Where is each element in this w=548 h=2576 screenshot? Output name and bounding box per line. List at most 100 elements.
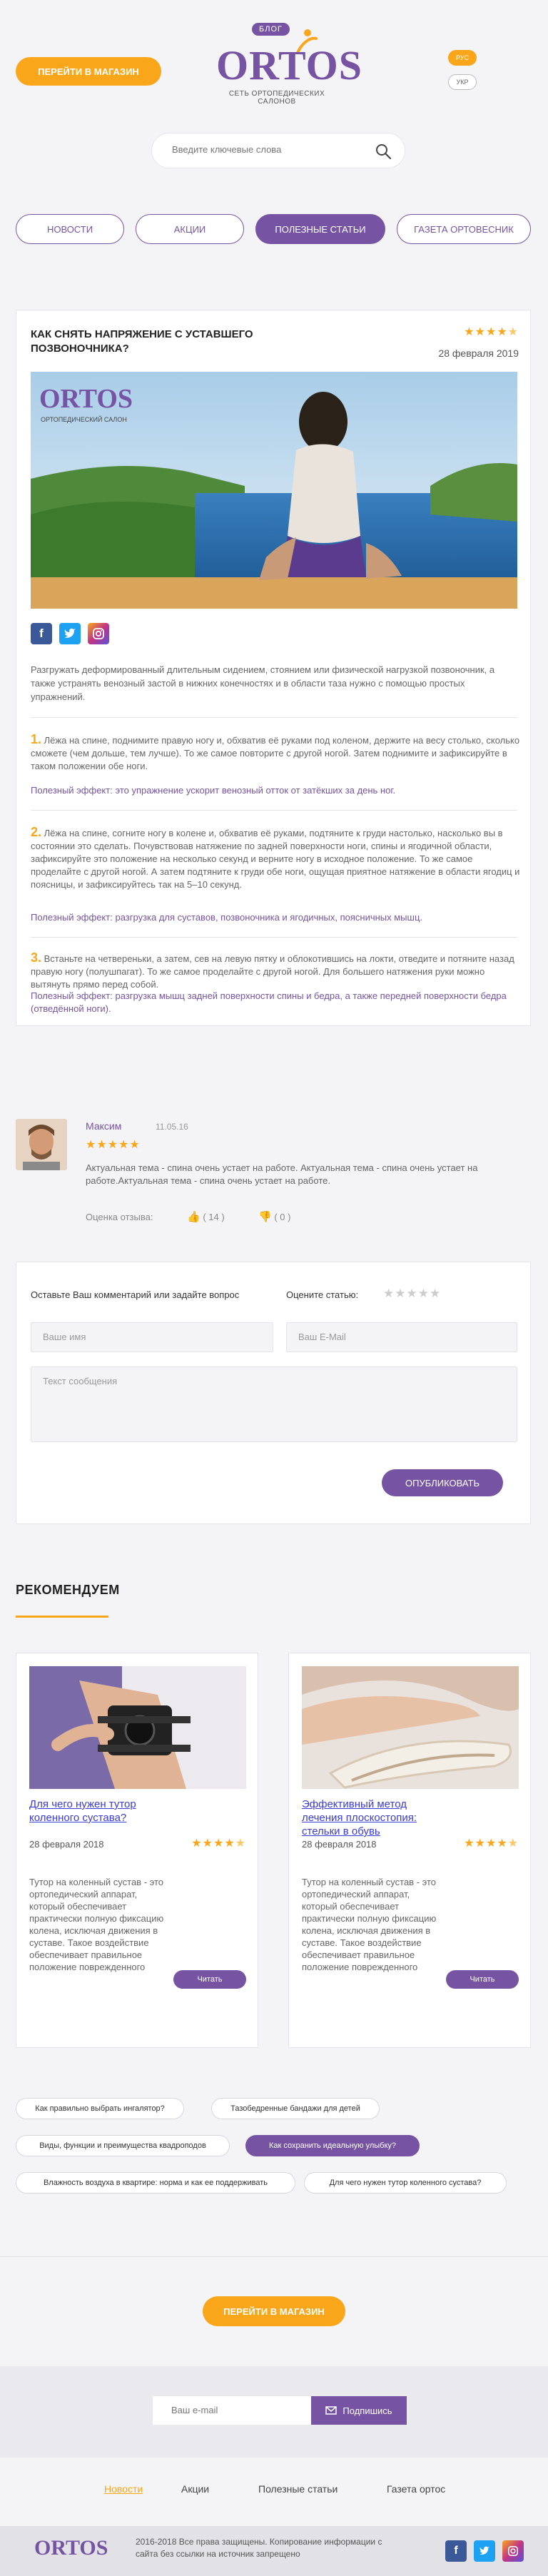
logo-subtitle: СЕТЬ ОРТОПЕДИЧЕСКИХ САЛОНОВ — [228, 90, 325, 106]
like-button[interactable]: 👍 ( 14 ) — [187, 1210, 225, 1223]
like-count: ( 14 ) — [203, 1212, 225, 1222]
lang-uk-button[interactable]: УКР — [448, 74, 477, 90]
twitter-icon[interactable] — [474, 2540, 495, 2562]
effect-text: это упражнение ускорит венозный отток от… — [115, 785, 396, 796]
step-1: 1. Лёжа на спине, поднимите правую ногу … — [31, 733, 520, 773]
logo[interactable]: БЛОГ ORTOS СЕТЬ ОРТОПЕДИЧЕСКИХ САЛОНОВ — [209, 19, 362, 106]
recommend-card-text: Тутор на коленный сустав - это ортопедич… — [302, 1877, 437, 1972]
recommend-card-date: 28 февраля 2018 — [302, 1839, 377, 1850]
step-text: Лёжа на спине, поднимите правую ногу и, … — [31, 735, 520, 771]
footer-bar: ORTOS 2016-2018 Все права защищены. Копи… — [0, 2526, 548, 2576]
read-button[interactable]: Читать — [446, 1970, 519, 1989]
name-field[interactable]: Ваше имя — [31, 1322, 273, 1352]
tag-link[interactable]: Для чего нужен тутор коленного сустава? — [304, 2172, 507, 2194]
message-field[interactable]: Текст сообщения — [31, 1366, 517, 1442]
subscribe-button[interactable]: Подпишись — [311, 2396, 407, 2425]
step-3-effect: Полезный эффект: разгрузка мышц задней п… — [31, 990, 520, 1015]
divider — [31, 717, 517, 718]
footer-logo[interactable]: ORTOS — [34, 2536, 108, 2560]
step-number: 3. — [31, 950, 42, 965]
footer-nav-news[interactable]: Новости — [104, 2483, 143, 2495]
tag-link[interactable]: Влажность воздуха в квартире: норма и ка… — [16, 2172, 295, 2194]
step-text: Лёжа на спине, согните ногу в колене и, … — [31, 828, 520, 890]
search-icon[interactable] — [375, 143, 392, 160]
go-to-shop-button[interactable]: ПЕРЕЙТИ В МАГАЗИН — [16, 57, 161, 86]
instagram-share-icon[interactable] — [88, 623, 109, 644]
facebook-share-icon[interactable]: f — [31, 623, 52, 644]
effect-label: Полезный эффект: — [31, 912, 113, 923]
tab-news[interactable]: НОВОСТИ — [16, 214, 124, 244]
tab-promotions[interactable]: АКЦИИ — [136, 214, 244, 244]
insoles-image — [302, 1666, 519, 1789]
comment-rate-label: Оценка отзыва: — [86, 1212, 153, 1222]
article-date: 28 февраля 2019 — [438, 348, 519, 359]
article-rating: ★★★★★ — [464, 326, 519, 338]
go-to-shop-bottom-button[interactable]: ПЕРЕЙТИ В МАГАЗИН — [203, 2296, 345, 2326]
comment: Максим 11.05.16 ★★★★★ Актуальная тема - … — [16, 1119, 531, 1240]
footer-nav-promotions[interactable]: Акции — [181, 2483, 209, 2495]
step-number: 2. — [31, 825, 42, 839]
effect-label: Полезный эффект: — [31, 785, 113, 796]
effect-text: разгрузка для суставов, позвоночника и я… — [115, 912, 423, 923]
article-hero-image: ORTOS ОРТОПЕДИЧЕСКИЙ САЛОН — [31, 372, 517, 609]
comment-date: 11.05.16 — [156, 1122, 188, 1132]
mail-icon — [325, 2406, 338, 2415]
divider — [31, 810, 517, 811]
search-input[interactable] — [172, 144, 365, 155]
recommend-card[interactable]: Эффективный метод лечения плоскостопия: … — [288, 1653, 531, 2048]
article-rate-label: Оцените статью: — [286, 1289, 359, 1300]
email-field[interactable]: Ваш E-Mail — [286, 1322, 517, 1352]
recommend-card[interactable]: Для чего нужен тутор коленного сустава? … — [16, 1653, 258, 2048]
form-heading: Оставьте Ваш комментарий или задайте воп… — [31, 1289, 240, 1300]
thumbs-down-icon: 👎 — [258, 1211, 272, 1223]
subscribe-email-field[interactable]: Ваш e-mail — [153, 2396, 311, 2425]
tag-link[interactable]: Как правильно выбрать ингалятор? — [16, 2098, 184, 2119]
publish-button[interactable]: ОПУБЛИКОВАТЬ — [382, 1469, 503, 1496]
tag-link-active[interactable]: Как сохранить идеальную улыбку? — [245, 2135, 420, 2156]
avatar — [16, 1119, 67, 1170]
comment-author: Максим — [86, 1120, 122, 1132]
article-rate-stars[interactable]: ★★★★★ — [383, 1287, 441, 1301]
recommend-card-rating: ★★★★★ — [464, 1837, 519, 1850]
blog-badge: БЛОГ — [252, 23, 290, 36]
recommend-card-text: Тутор на коленный сустав - это ортопедич… — [29, 1877, 164, 1972]
logo-text: ORTOS — [216, 42, 362, 88]
lang-ru-button[interactable]: РУС — [448, 50, 477, 66]
divider — [31, 937, 517, 938]
step-2: 2. Лёжа на спине, согните ногу в колене … — [31, 826, 520, 891]
footer-nav-newspaper[interactable]: Газета ортос — [387, 2483, 445, 2495]
recommend-card-rating: ★★★★★ — [191, 1837, 246, 1850]
instagram-icon[interactable] — [502, 2540, 524, 2562]
knee-brace-image — [29, 1666, 246, 1789]
step-number: 1. — [31, 732, 42, 746]
step-text: Встаньте на четвереньки, а затем, сев на… — [31, 953, 514, 990]
step-3: 3. Встаньте на четвереньки, а затем, сев… — [31, 951, 520, 991]
footer-nav-useful-articles[interactable]: Полезные статьи — [258, 2483, 338, 2495]
recommend-card-title[interactable]: Для чего нужен тутор коленного сустава? — [29, 1797, 172, 1825]
step-2-effect: Полезный эффект: разгрузка для суставов,… — [31, 911, 520, 924]
step-1-effect: Полезный эффект: это упражнение ускорит … — [31, 784, 520, 797]
tag-link[interactable]: Виды, функции и преимущества квадроподов — [16, 2135, 230, 2156]
twitter-share-icon[interactable] — [59, 623, 81, 644]
recommend-card-date: 28 февраля 2018 — [29, 1839, 104, 1850]
tag-link[interactable]: Тазобедренные бандажи для детей — [211, 2098, 380, 2119]
subscribe-button-label: Подпишись — [342, 2405, 392, 2416]
facebook-icon[interactable]: f — [445, 2540, 467, 2562]
dislike-count: ( 0 ) — [274, 1212, 291, 1222]
tab-newspaper[interactable]: ГАЗЕТА ОРТОВЕСНИК — [397, 214, 531, 244]
tab-useful-articles[interactable]: ПОЛЕЗНЫЕ СТАТЬИ — [255, 214, 385, 244]
effect-label: Полезный эффект: — [31, 990, 113, 1001]
dislike-button[interactable]: 👎 ( 0 ) — [258, 1210, 290, 1223]
comment-text: Актуальная тема - спина очень устает на … — [86, 1162, 478, 1186]
divider — [0, 2256, 548, 2257]
thumbs-up-icon: 👍 — [187, 1211, 201, 1223]
recommend-underline — [16, 1616, 108, 1618]
article-title: КАК СНЯТЬ НАПРЯЖЕНИЕ С УСТАВШЕГО ПОЗВОНО… — [31, 328, 253, 355]
hero-logo-text: ORTOS — [39, 384, 133, 414]
comment-rating: ★★★★★ — [86, 1139, 141, 1151]
read-button[interactable]: Читать — [173, 1970, 246, 1989]
recommend-heading: РЕКОМЕНДУЕМ — [16, 1583, 120, 1597]
recommend-card-title[interactable]: Эффективный метод лечения плоскостопия: … — [302, 1797, 445, 1838]
article-intro: Разгружать деформированный длительным си… — [31, 664, 495, 702]
header: ПЕРЕЙТИ В МАГАЗИН БЛОГ ORTOS СЕТЬ ОРТОПЕ… — [0, 0, 548, 107]
